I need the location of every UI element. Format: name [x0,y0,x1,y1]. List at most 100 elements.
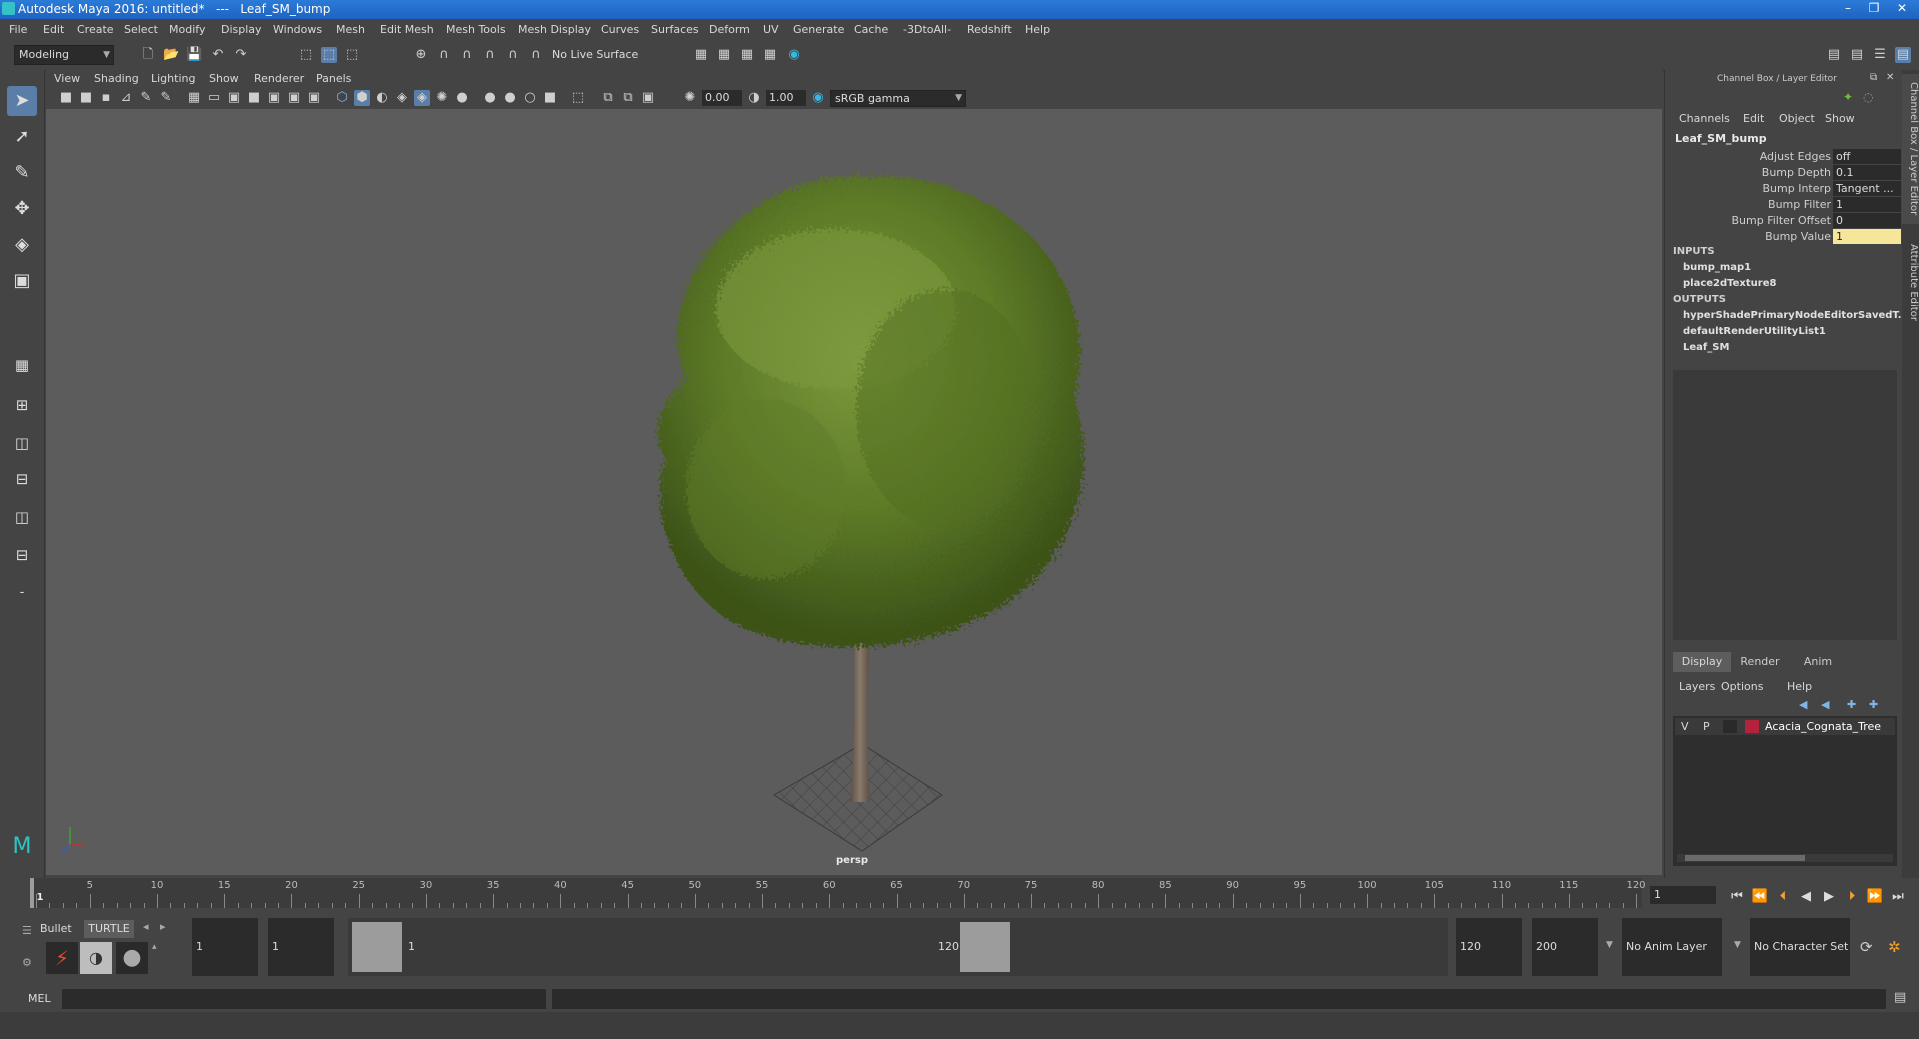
attr-value[interactable]: 0.1 [1833,165,1901,180]
depth-of-field-icon[interactable]: ○ [522,90,538,106]
menu-mesh[interactable]: Mesh [336,23,365,36]
anti-aliasing-icon[interactable]: ● [502,90,518,106]
wireframe-icon[interactable]: ⬡ [334,90,350,106]
output-node[interactable]: defaultRenderUtilityList1 [1683,326,1826,337]
attr-row[interactable]: Bump Depth 0.1 [1665,165,1903,181]
undo-icon[interactable]: ↶ [210,47,226,63]
save-scene-icon[interactable]: 💾 [186,47,202,63]
output-node[interactable]: Leaf_SM [1683,342,1729,353]
character-set-dropdown[interactable]: No Character Set [1750,918,1850,976]
sphere-shelf-icon[interactable]: ● [116,942,148,974]
grid-toggle-icon[interactable]: ▦ [186,90,202,106]
tab-render-layers[interactable]: Render [1731,652,1789,672]
go-to-end-icon[interactable]: ⏭ [1889,888,1907,906]
viewport-menu-lighting[interactable]: Lighting [151,72,195,85]
side-tab-attribute-editor[interactable]: Attribute Editor [1902,232,1919,332]
attr-row[interactable]: Bump Interp Tangent ... [1665,181,1903,197]
menu-modify[interactable]: Modify [169,23,205,36]
manipulator-icon[interactable]: ✦ [1843,90,1853,104]
menu-select[interactable]: Select [124,23,158,36]
snap-point-icon[interactable]: ∩ [459,47,475,63]
go-to-start-icon[interactable]: ⏮ [1728,888,1746,906]
attr-row[interactable]: Bump Filter 1 [1665,197,1903,213]
redshift-shelf-icon[interactable]: ⚡ [46,942,78,974]
shelf-expand-icon[interactable]: ▴ [152,942,157,952]
current-time-indicator[interactable] [30,878,34,908]
toggle-panel-icon[interactable]: ▤ [1849,47,1865,63]
menu-edit[interactable]: Edit [43,23,64,36]
safe-title-icon[interactable]: ▣ [306,90,322,106]
move-layer-up-icon[interactable]: ◀ [1799,698,1807,711]
playback-end-field[interactable]: 120 [1456,918,1522,976]
menu-uv[interactable]: UV [763,23,779,36]
snap-view-icon[interactable]: ∩ [482,47,498,63]
smooth-shade-icon[interactable]: ⬢ [354,90,370,106]
bookmark-icon[interactable]: ▪ [98,90,114,106]
xray-icon[interactable]: ⬚ [570,90,586,106]
menu-deform[interactable]: Deform [709,23,750,36]
command-language-label[interactable]: MEL [28,992,51,1005]
xray-joints-icon[interactable]: ⧉ [600,90,616,106]
wireframe-on-shaded-icon[interactable]: ◐ [374,90,390,106]
image-plane-icon[interactable]: ⊿ [118,90,134,106]
attr-value[interactable]: 0 [1833,213,1901,228]
graph-persp-icon[interactable]: ⊟ [7,540,37,570]
tab-show[interactable]: Show [1825,112,1855,125]
menu-3dtoall[interactable]: -3DtoAll- [903,23,951,36]
color-management-icon[interactable]: ◉ [810,90,826,106]
menu-generate[interactable]: Generate [793,23,844,36]
textured-icon[interactable]: ◈ [394,90,410,106]
move-tool-icon[interactable]: ✥ [7,194,37,224]
camera-icon[interactable]: ■ [58,90,74,106]
layer-visibility-toggle[interactable]: V [1681,720,1689,733]
attr-row[interactable]: Bump Value 1 [1665,229,1903,245]
safe-action-icon[interactable]: ▣ [286,90,302,106]
side-tab-channel-box[interactable]: Channel Box / Layer Editor [1902,74,1919,224]
menu-surfaces[interactable]: Surfaces [651,23,699,36]
anim-layer-dropdown[interactable]: No Anim Layer [1622,918,1722,976]
layer-scrollbar-thumb[interactable] [1685,855,1805,861]
viewport-menu-view[interactable]: View [54,72,80,85]
shadows-icon[interactable]: ✺ [434,90,450,106]
menu-cache[interactable]: Cache [854,23,888,36]
layer-scrollbar[interactable] [1677,854,1893,862]
time-slider[interactable]: 1 5 10 15 20 25 30 35 40 45 50 55 60 65 70 75 80 85 90 95 10… [30,878,1646,908]
rotate-tool-icon[interactable]: ◈ [7,230,37,260]
camera-attributes-icon[interactable]: ■ [78,90,94,106]
close-panel-icon[interactable]: ✕ [1886,72,1894,83]
play-backwards-icon[interactable]: ◀ [1797,888,1815,906]
restore-button[interactable]: ❐ [1861,0,1887,17]
resolution-gate-icon[interactable]: ▣ [226,90,242,106]
viewport-menu-panels[interactable]: Panels [316,72,351,85]
ambient-occlusion-icon[interactable]: ● [454,90,470,106]
ipr-render-icon[interactable]: ▦ [739,47,755,63]
tab-anim-layers[interactable]: Anim [1789,652,1847,672]
float-panel-icon[interactable]: ⧉ [1870,72,1877,83]
output-node[interactable]: hyperShadePrimaryNodeEditorSavedT... [1683,310,1909,321]
exposure-icon[interactable]: ✺ [682,90,698,106]
snap-grid-icon[interactable]: ⊕ [413,47,429,63]
menu-mesh-display[interactable]: Mesh Display [518,23,591,36]
new-layer-icon[interactable]: ✚ [1847,698,1856,711]
view-transform-dropdown[interactable]: sRGB gamma ▼ [830,90,966,107]
grease-pencil-icon[interactable]: ✎ [138,90,154,106]
outliner-persp-icon[interactable]: ◫ [7,502,37,532]
exposure-field[interactable]: 0.00 [702,90,742,106]
range-slider-start-handle[interactable] [352,922,402,972]
range-slider-end-handle[interactable] [960,922,1010,972]
menu-edit-mesh[interactable]: Edit Mesh [380,23,434,36]
lasso-tool-icon[interactable]: ➚ [7,122,37,152]
play-forwards-icon[interactable]: ▶ [1820,888,1838,906]
tab-object[interactable]: Object [1779,112,1815,125]
attr-value[interactable]: 1 [1833,197,1901,212]
select-hierarchy-icon[interactable]: ⬚ [298,47,314,63]
custom-layout-icon[interactable]: - [7,578,37,608]
shelf-menu-icon[interactable]: ☰ [22,924,38,938]
step-back-icon[interactable]: ⏪ [1751,888,1769,906]
new-layer-selected-icon[interactable]: ✚ [1869,698,1878,711]
make-live-icon[interactable]: ∩ [528,47,544,63]
shelf-settings-icon[interactable]: ⚙ [22,956,32,969]
menu-display[interactable]: Display [221,23,262,36]
open-scene-icon[interactable]: 📂 [163,47,179,63]
step-forward-icon[interactable]: ⏩ [1866,888,1884,906]
